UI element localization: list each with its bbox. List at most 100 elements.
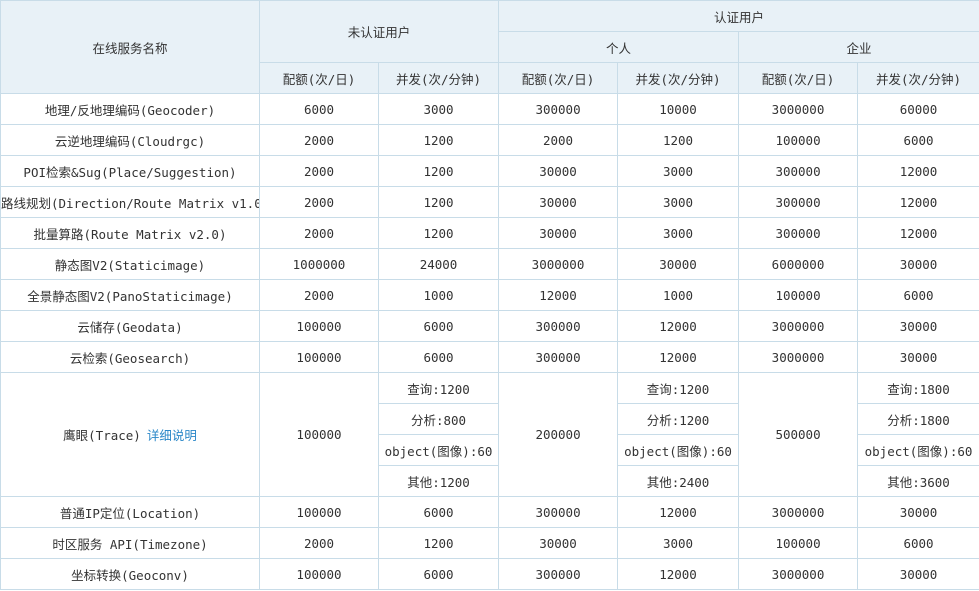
service-name-cell: 时区服务 API(Timezone) [0,527,260,559]
personal-quota-cell: 300000 [498,496,619,528]
header-unauth-user: 未认证用户 [258,0,500,63]
enterprise-concurrency-cell: 60000 [857,93,979,125]
enterprise-concurrency-cell: 6000 [857,124,979,156]
personal-concurrency-cell: object(图像):60 [617,434,740,466]
service-name-cell: 批量算路(Route Matrix v2.0) [0,217,260,249]
enterprise-quota-cell: 3000000 [738,310,859,342]
personal-concurrency-cell: 12000 [617,558,740,590]
unauth-quota-cell: 100000 [259,558,379,590]
unauth-quota-cell: 100000 [259,341,379,373]
personal-quota-cell: 300000 [498,341,619,373]
personal-quota-cell: 2000 [498,124,619,156]
table-row: 云储存(Geodata) 100000 6000 300000 12000 3000000… [0,310,979,342]
personal-concurrency-cell: 分析:1200 [617,403,740,435]
enterprise-quota-cell: 100000 [738,124,859,156]
personal-concurrency-cell: 12000 [617,496,740,528]
header-enterprise-quota: 配额(次/日) [738,62,859,94]
header-enterprise: 企业 [738,31,979,63]
header-unauth-quota: 配额(次/日) [259,62,379,94]
enterprise-quota-cell: 100000 [738,527,859,559]
personal-quota-cell: 30000 [498,186,619,218]
personal-quota-cell: 30000 [498,217,619,249]
enterprise-concurrency-cell: 30000 [857,558,979,590]
table-row: POI检索&Sug(Place/Suggestion) 2000 1200 30000… [0,155,979,187]
enterprise-quota-cell: 300000 [738,186,859,218]
unauth-concurrency-cell: 1200 [377,124,500,156]
personal-quota-cell: 300000 [498,93,619,125]
personal-concurrency-cell: 3000 [617,217,740,249]
personal-concurrency-cell: 3000 [617,186,740,218]
unauth-concurrency-cell: 1000 [377,279,500,311]
unauth-quota-cell: 6000 [259,93,379,125]
enterprise-concurrency-cell: 其他:3600 [857,465,979,497]
enterprise-quota-cell: 3000000 [738,496,859,528]
header-personal-concurrency: 并发(次/分钟) [617,62,740,94]
table-body: 地理/反地理编码(Geocoder) 6000 3000 300000 10000 300… [0,93,979,590]
enterprise-concurrency-cell: 6000 [857,279,979,311]
detail-link[interactable]: 详细说明 [147,428,197,443]
table-row: 地理/反地理编码(Geocoder) 6000 3000 300000 10000 300… [0,93,979,125]
enterprise-concurrency-cell: 分析:1800 [857,403,979,435]
unauth-quota-cell: 100000 [259,372,379,497]
enterprise-quota-cell: 3000000 [738,341,859,373]
unauth-concurrency-cell: 1200 [377,155,500,187]
table-row: 云逆地理编码(Cloudrgc) 2000 1200 2000 1200 100000 60… [0,124,979,156]
enterprise-quota-cell: 500000 [738,372,859,497]
service-name-cell: 鹰眼(Trace) 详细说明 [0,372,260,497]
unauth-concurrency-cell: 6000 [377,310,500,342]
unauth-concurrency-cell: 3000 [377,93,500,125]
service-name-cell: 云储存(Geodata) [0,310,260,342]
enterprise-concurrency-cell: 30000 [857,341,979,373]
table-row: 全景静态图V2(PanoStaticimage) 2000 1000 12000 100… [0,279,979,311]
personal-concurrency-cell: 12000 [617,341,740,373]
enterprise-concurrency-cell: 查询:1800 [857,372,979,404]
personal-concurrency-cell: 3000 [617,155,740,187]
header-service-name: 在线服务名称 [0,0,260,94]
service-name-cell: 坐标转换(Geoconv) [0,558,260,590]
table-row: 普通IP定位(Location) 100000 6000 300000 12000 300… [0,496,979,528]
table-row: 批量算路(Route Matrix v2.0) 2000 1200 30000 3000… [0,217,979,249]
unauth-quota-cell: 2000 [259,217,379,249]
service-name-cell: 路线规划(Direction/Route Matrix v1.0) [0,186,260,218]
unauth-quota-cell: 2000 [259,186,379,218]
service-name-cell: 普通IP定位(Location) [0,496,260,528]
personal-concurrency-cell: 10000 [617,93,740,125]
enterprise-quota-cell: 3000000 [738,93,859,125]
personal-quota-cell: 200000 [498,372,619,497]
enterprise-concurrency-cell: object(图像):60 [857,434,979,466]
enterprise-quota-cell: 100000 [738,279,859,311]
unauth-quota-cell: 100000 [259,310,379,342]
unauth-quota-cell: 2000 [259,527,379,559]
table-row: 静态图V2(Staticimage) 1000000 24000 3000000 300… [0,248,979,280]
unauth-concurrency-cell: 1200 [377,217,500,249]
unauth-quota-cell: 2000 [259,124,379,156]
unauth-quota-cell: 1000000 [259,248,379,280]
enterprise-concurrency-cell: 6000 [857,527,979,559]
enterprise-quota-cell: 3000000 [738,558,859,590]
personal-quota-cell: 300000 [498,310,619,342]
personal-quota-cell: 300000 [498,558,619,590]
unauth-concurrency-cell: 6000 [377,558,500,590]
personal-concurrency-cell: 12000 [617,310,740,342]
enterprise-quota-cell: 300000 [738,155,859,187]
unauth-concurrency-cell: 6000 [377,496,500,528]
personal-concurrency-cell: 1000 [617,279,740,311]
table-row: 鹰眼(Trace) 详细说明 100000 查询:1200 200000 查询:1200 5… [0,372,979,497]
header-enterprise-concurrency: 并发(次/分钟) [857,62,979,94]
unauth-concurrency-cell: 分析:800 [377,403,500,435]
header-unauth-concurrency: 并发(次/分钟) [377,62,500,94]
table-row: 坐标转换(Geoconv) 100000 6000 300000 12000 300000… [0,558,979,590]
table-row: 路线规划(Direction/Route Matrix v1.0) 2000 120… [0,186,979,218]
service-name-cell: POI检索&Sug(Place/Suggestion) [0,155,260,187]
enterprise-concurrency-cell: 30000 [857,496,979,528]
personal-quota-cell: 30000 [498,155,619,187]
unauth-concurrency-cell: 其他:1200 [377,465,500,497]
enterprise-concurrency-cell: 30000 [857,248,979,280]
quota-table: 在线服务名称 未认证用户 认证用户 个人 企业 配额(次/日) 并发(次/分钟)… [0,0,979,590]
unauth-concurrency-cell: 24000 [377,248,500,280]
personal-concurrency-cell: 30000 [617,248,740,280]
unauth-concurrency-cell: 查询:1200 [377,372,500,404]
personal-concurrency-cell: 查询:1200 [617,372,740,404]
personal-quota-cell: 30000 [498,527,619,559]
table-header: 在线服务名称 未认证用户 认证用户 个人 企业 配额(次/日) 并发(次/分钟)… [0,0,979,94]
